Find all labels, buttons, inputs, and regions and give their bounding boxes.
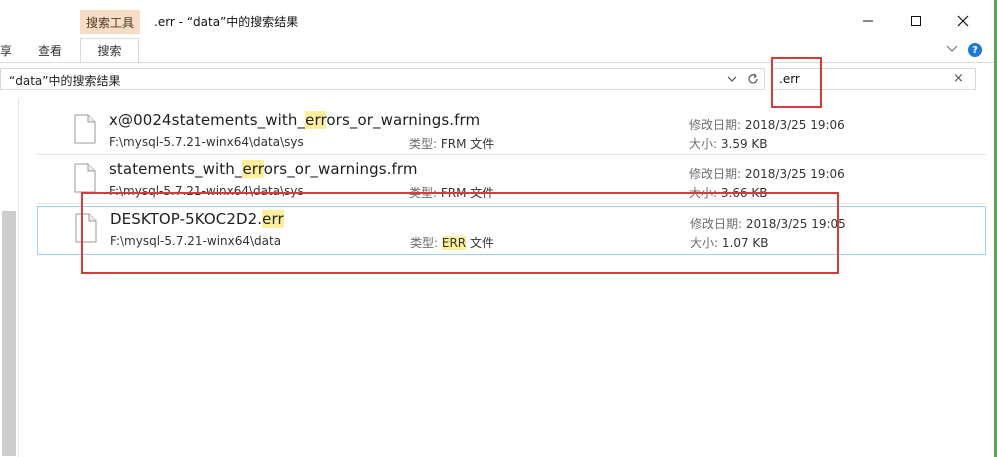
navigation-pane-edge [0,98,19,457]
refresh-icon[interactable] [746,72,760,86]
address-dropdown-icon[interactable] [726,73,738,85]
file-name[interactable]: statements_with_errors_or_warnings.frm [109,160,418,178]
window-title: .err - “data”中的搜索结果 [154,15,299,29]
clear-search-icon[interactable]: × [953,71,964,86]
result-item-selected[interactable]: DESKTOP-5KOC2D2.err F:\mysql-5.7.21-winx… [37,206,986,255]
help-icon[interactable]: ? [968,43,982,57]
tab-search[interactable]: 搜索 [80,38,139,62]
file-icon [75,213,97,243]
close-button[interactable] [947,8,979,34]
file-name[interactable]: x@0024statements_with_errors_or_warnings… [109,111,480,129]
file-type: 类型: FRM 文件 [409,186,495,200]
search-query: .err [779,72,800,86]
maximize-icon [911,16,921,26]
tab-share[interactable]: 享 [0,42,12,59]
file-size: 大小: 1.07 KB [690,236,769,250]
file-size: 大小: 3.59 KB [689,137,768,151]
result-item[interactable]: x@0024statements_with_errors_or_warnings… [37,108,986,155]
file-icon [74,114,96,144]
modified-date: 修改日期: 2018/3/25 19:05 [690,217,846,231]
result-item[interactable]: statements_with_errors_or_warnings.frm F… [37,157,986,204]
ribbon-tabs: 享 查看 搜索 [0,38,994,63]
tab-view[interactable]: 查看 [38,42,62,59]
file-type: 类型: ERR 文件 [410,236,494,250]
file-size: 大小: 3.66 KB [689,186,768,200]
close-icon [957,15,969,27]
file-name[interactable]: DESKTOP-5KOC2D2.err [110,210,284,228]
minimize-icon [863,20,873,22]
modified-date: 修改日期: 2018/3/25 19:06 [689,118,845,132]
file-path: F:\mysql-5.7.21-winx64\data\sys [109,184,304,198]
file-icon [74,163,96,193]
address-path: “data”中的搜索结果 [9,74,121,88]
address-bar[interactable]: “data”中的搜索结果 [0,68,765,90]
maximize-button[interactable] [900,8,932,34]
ribbon-expand-chevron-icon[interactable] [946,44,958,54]
minimize-button[interactable] [852,8,884,34]
title-bar: 搜索工具 .err - “data”中的搜索结果 [0,0,994,38]
modified-date: 修改日期: 2018/3/25 19:06 [689,167,845,181]
file-path: F:\mysql-5.7.21-winx64\data [110,234,282,248]
file-path: F:\mysql-5.7.21-winx64\data\sys [109,135,304,149]
context-tab-search-tools[interactable]: 搜索工具 [80,10,140,34]
nav-scrollbar-thumb[interactable] [2,211,16,456]
file-type: 类型: FRM 文件 [409,137,495,151]
search-input[interactable]: .err × [771,68,976,90]
